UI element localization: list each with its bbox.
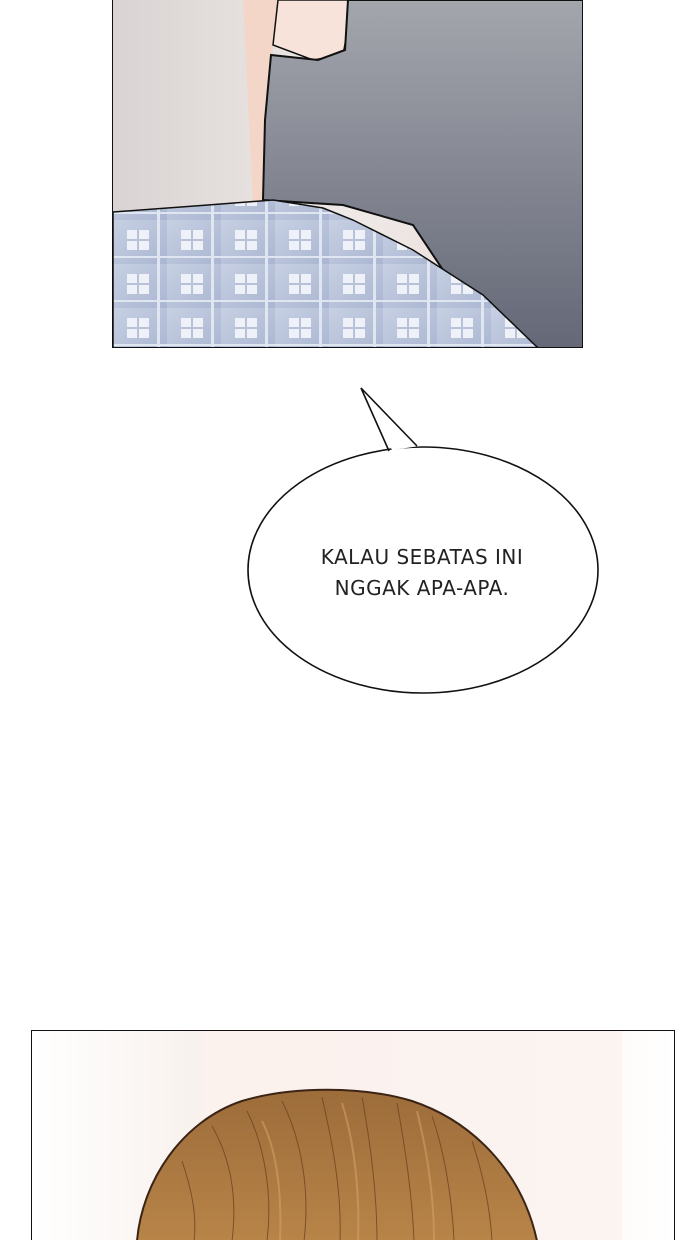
panel-top-illustration xyxy=(113,0,582,347)
speech-bubble xyxy=(240,380,610,700)
speech-line-2: NGGAK APA-APA. xyxy=(334,576,510,600)
speech-bubble-text: KALAU SEBATAS INI NGGAK APA-APA. xyxy=(257,542,587,604)
panel-bottom-illustration xyxy=(32,1031,674,1240)
speech-line-1: KALAU SEBATAS INI xyxy=(320,545,524,569)
speech-bubble-shape xyxy=(247,387,599,694)
comic-panel-bottom xyxy=(31,1030,675,1240)
comic-panel-top xyxy=(112,0,583,348)
